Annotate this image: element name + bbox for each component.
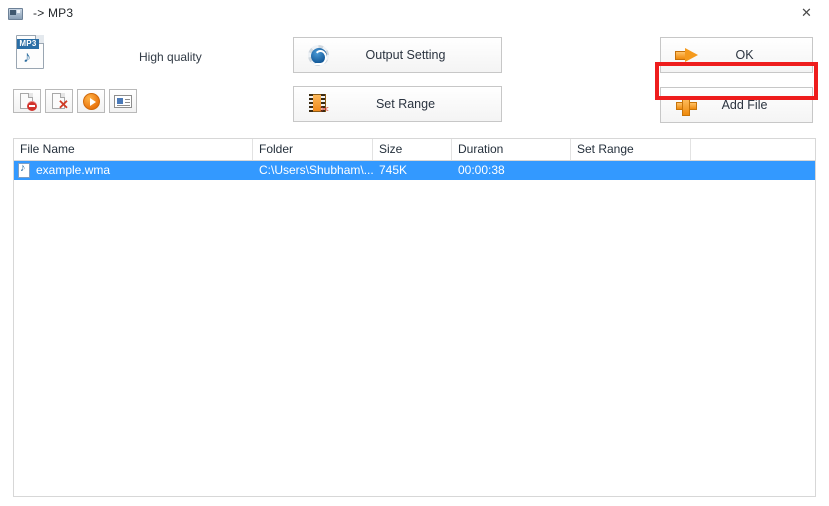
plus-icon — [671, 92, 703, 118]
toolbar-area: MP3 ♪ High quality ✕ Output Setting ✂ Se… — [0, 26, 829, 134]
arrow-right-icon — [671, 42, 703, 68]
mp3-badge-label: MP3 — [17, 39, 39, 49]
add-file-button[interactable]: Add File — [660, 87, 813, 123]
output-setting-button[interactable]: Output Setting — [293, 37, 502, 73]
gear-icon — [304, 42, 336, 68]
clear-list-button[interactable]: ✕ — [45, 89, 73, 113]
remove-badge-icon — [27, 101, 37, 111]
play-circle-icon — [83, 93, 100, 110]
output-setting-label: Output Setting — [365, 48, 446, 62]
play-button[interactable] — [77, 89, 105, 113]
file-properties-button[interactable] — [109, 89, 137, 113]
column-header[interactable]: Folder — [253, 139, 373, 160]
close-icon[interactable]: ✕ — [784, 0, 829, 26]
window-title: -> MP3 — [33, 6, 74, 20]
column-header[interactable]: Size — [373, 139, 452, 160]
table-cell: 745K — [373, 161, 452, 180]
document-info-icon — [114, 95, 132, 108]
table-cell — [691, 161, 815, 180]
table-cell: C:\Users\Shubham\... — [253, 161, 373, 180]
set-range-label: Set Range — [375, 97, 436, 111]
music-file-icon — [18, 162, 30, 178]
file-list-panel: File NameFolderSizeDurationSet Range exa… — [13, 138, 816, 497]
table-row[interactable]: example.wmaC:\Users\Shubham\...745K00:00… — [14, 161, 815, 180]
app-converter-icon — [7, 5, 23, 21]
delete-x-icon: ✕ — [58, 97, 69, 112]
column-header[interactable]: File Name — [14, 139, 253, 160]
film-scissors-icon: ✂ — [304, 91, 336, 117]
remove-file-button[interactable] — [13, 89, 41, 113]
output-format-mp3-icon: MP3 ♪ — [16, 35, 46, 71]
column-header[interactable]: Set Range — [571, 139, 691, 160]
set-range-button[interactable]: ✂ Set Range — [293, 86, 502, 122]
add-file-label: Add File — [721, 98, 768, 112]
column-header[interactable] — [691, 139, 815, 160]
table-cell: 00:00:38 — [452, 161, 571, 180]
file-list-body[interactable]: example.wmaC:\Users\Shubham\...745K00:00… — [14, 161, 815, 180]
ok-button[interactable]: OK — [660, 37, 813, 73]
table-cell: example.wma — [14, 161, 253, 180]
column-header[interactable]: Duration — [452, 139, 571, 160]
title-bar: -> MP3 ✕ — [0, 0, 829, 26]
quality-label: High quality — [139, 50, 202, 64]
table-cell — [571, 161, 691, 180]
ok-label: OK — [735, 48, 754, 62]
file-list-header: File Name Folder Size Duration Set Range — [14, 139, 815, 161]
